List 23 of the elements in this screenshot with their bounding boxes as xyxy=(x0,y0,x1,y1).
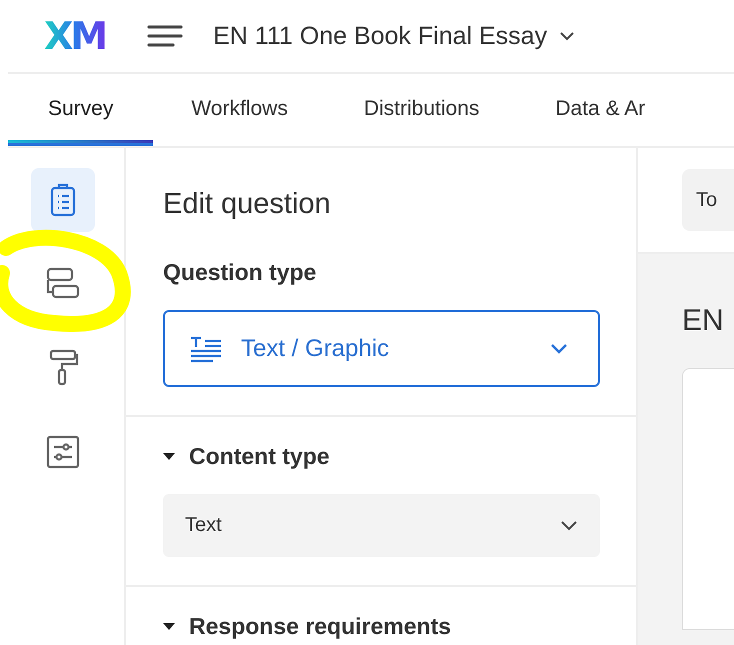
nav-tab[interactable]: Data & Ar xyxy=(517,74,684,146)
nav-tab[interactable]: Distributions xyxy=(326,74,518,146)
section-toggle[interactable]: Content type xyxy=(163,443,330,470)
question-type-label: Question type xyxy=(163,259,318,286)
nav-tab[interactable]: Workflows xyxy=(153,74,326,146)
paint-roller-icon xyxy=(47,348,79,388)
survey-title-dropdown[interactable]: EN 111 One Book Final Essay xyxy=(213,22,576,50)
section-toggle[interactable]: Response requirements xyxy=(163,613,452,640)
sliders-icon xyxy=(46,435,80,469)
survey-heading: EN xyxy=(682,304,725,338)
content-type-select[interactable]: Text xyxy=(163,494,600,557)
text-lines-icon xyxy=(189,334,223,362)
caret-icon xyxy=(163,622,175,630)
chevron-down-icon xyxy=(560,520,578,531)
survey-editor-button[interactable] xyxy=(31,168,95,232)
chevron-down-icon xyxy=(550,343,568,354)
menu-icon[interactable] xyxy=(147,24,184,48)
panel-title: Edit question xyxy=(163,188,332,221)
caret-icon xyxy=(163,452,175,460)
question-type-dropdown[interactable]: Text / Graphic xyxy=(163,310,600,387)
chevron-down-icon xyxy=(559,31,576,41)
clipboard-icon xyxy=(49,183,77,217)
toolbar-button[interactable]: To xyxy=(682,169,734,231)
